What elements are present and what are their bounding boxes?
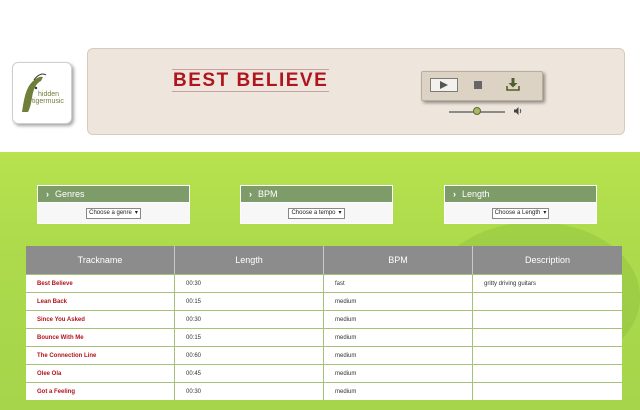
chevron-right-icon: ›	[453, 189, 456, 199]
track-description: gritty driving guitars	[484, 280, 537, 287]
table-row[interactable]: Olee Ola 00:45 medium	[26, 364, 622, 382]
column-header-description[interactable]: Description	[473, 246, 622, 274]
table-row[interactable]: The Connection Line 00:60 medium	[26, 346, 622, 364]
play-icon	[440, 81, 448, 89]
genres-filter-label: Genres	[55, 189, 85, 199]
length-select-value: Choose a Length	[494, 210, 541, 216]
stop-button[interactable]	[474, 81, 482, 89]
column-header-bpm[interactable]: BPM	[324, 246, 473, 274]
table-row[interactable]: Got a Feeling 00:30 medium	[26, 382, 622, 400]
tempo-select-value: Choose a tempo	[291, 210, 336, 216]
table-row[interactable]: Bounce With Me 00:15 medium	[26, 328, 622, 346]
track-length: 00:15	[175, 293, 324, 310]
track-length: 00:30	[175, 275, 324, 292]
genre-select-value: Choose a genre	[89, 210, 132, 216]
logo-text-line1: hidden	[38, 91, 59, 98]
track-name-link[interactable]: Got a Feeling	[26, 383, 175, 400]
volume-slider-knob[interactable]	[473, 107, 481, 115]
track-name-link[interactable]: Since You Asked	[26, 311, 175, 328]
track-length: 00:30	[175, 383, 324, 400]
track-name-link[interactable]: Olee Ola	[26, 365, 175, 382]
track-bpm: medium	[324, 347, 473, 364]
genre-select[interactable]: Choose a genre ▾	[86, 208, 141, 219]
bpm-filter-header[interactable]: › BPM	[241, 186, 392, 203]
track-length: 00:30	[175, 311, 324, 328]
select-arrow-icon: ▾	[543, 210, 547, 216]
track-description	[473, 365, 622, 382]
track-description	[473, 347, 622, 364]
volume-control	[449, 106, 529, 118]
track-bpm: medium	[324, 383, 473, 400]
chevron-right-icon: ›	[249, 189, 252, 199]
table-row[interactable]: Since You Asked 00:30 medium	[26, 310, 622, 328]
track-length: 00:60	[175, 347, 324, 364]
track-description	[473, 311, 622, 328]
bpm-filter-label: BPM	[258, 189, 278, 199]
track-bpm: medium	[324, 293, 473, 310]
table-row[interactable]: Lean Back 00:15 medium	[26, 292, 622, 310]
tiger-sketch-logo-icon: hidden tigermusic	[22, 73, 64, 112]
player-panel: BEST BELIEVE	[87, 48, 625, 135]
track-bpm: medium	[324, 311, 473, 328]
track-description	[473, 293, 622, 310]
play-button[interactable]	[430, 78, 458, 92]
track-name-link[interactable]: Best Believe	[26, 275, 175, 292]
length-filter-label: Length	[462, 189, 490, 199]
table-row[interactable]: Best Believe 00:30 fast gritty driving g…	[26, 274, 622, 292]
select-arrow-icon: ▾	[134, 210, 138, 216]
length-filter: › Length Choose a Length ▾	[444, 185, 597, 224]
track-table: Trackname Length BPM Description Best Be…	[26, 246, 622, 400]
table-header: Trackname Length BPM Description	[26, 246, 622, 274]
track-length: 00:45	[175, 365, 324, 382]
length-select[interactable]: Choose a Length ▾	[491, 208, 550, 219]
length-filter-header[interactable]: › Length	[445, 186, 596, 203]
select-arrow-icon: ▾	[338, 210, 342, 216]
player-controls	[421, 71, 543, 101]
download-icon	[506, 78, 520, 91]
chevron-right-icon: ›	[46, 189, 49, 199]
speaker-icon[interactable]	[513, 106, 523, 116]
logo-text-line2: tigermusic	[32, 98, 64, 105]
track-title: BEST BELIEVE	[172, 69, 330, 92]
track-bpm: medium	[324, 365, 473, 382]
bpm-filter: › BPM Choose a tempo ▾	[240, 185, 393, 224]
track-bpm: fast	[324, 275, 473, 292]
column-header-trackname[interactable]: Trackname	[26, 246, 175, 274]
track-name-link[interactable]: The Connection Line	[26, 347, 175, 364]
logo[interactable]: hidden tigermusic	[12, 62, 72, 124]
track-name-link[interactable]: Bounce With Me	[26, 329, 175, 346]
column-header-length[interactable]: Length	[175, 246, 324, 274]
track-description	[473, 329, 622, 346]
track-length: 00:15	[175, 329, 324, 346]
track-name-link[interactable]: Lean Back	[26, 293, 175, 310]
tempo-select[interactable]: Choose a tempo ▾	[288, 208, 345, 219]
genres-filter: › Genres Choose a genre ▾	[37, 185, 190, 224]
download-button[interactable]	[506, 77, 520, 96]
content-area: › Genres Choose a genre ▾ › BPM Choose a…	[0, 152, 640, 410]
track-bpm: medium	[324, 329, 473, 346]
track-description	[473, 383, 622, 400]
genres-filter-header[interactable]: › Genres	[38, 186, 189, 203]
